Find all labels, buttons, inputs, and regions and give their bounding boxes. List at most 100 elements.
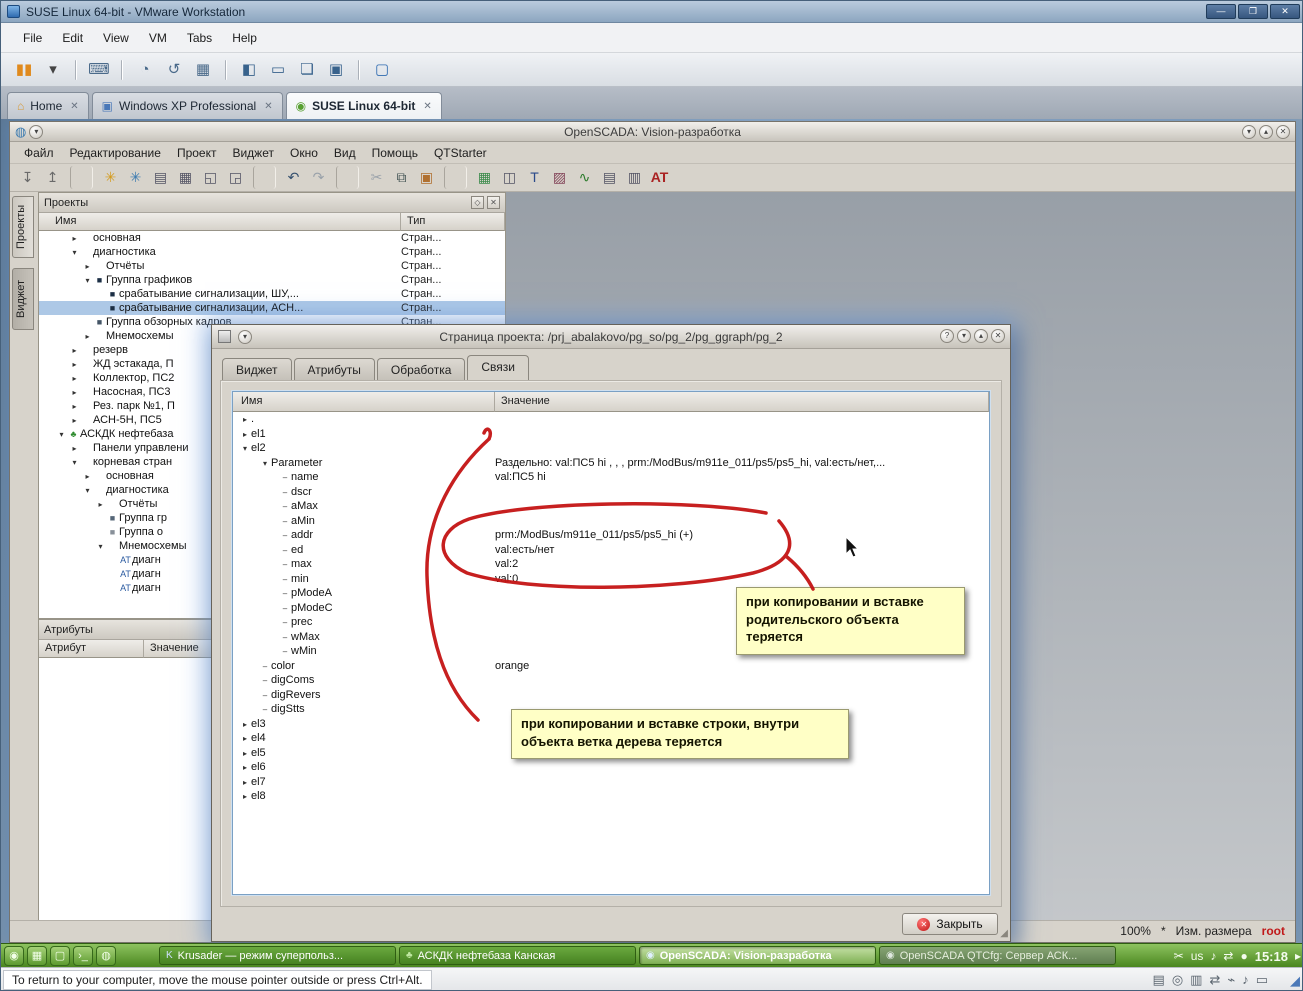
- task-button[interactable]: ◉ OpenSCADA: Vision-разработка: [639, 946, 876, 965]
- toolbar-icon[interactable]: [70, 166, 93, 189]
- toolbar-icon[interactable]: [121, 60, 123, 80]
- menu-item[interactable]: Edit: [52, 27, 93, 49]
- menu-item[interactable]: View: [93, 27, 139, 49]
- element-figure-icon[interactable]: ◫: [498, 166, 521, 189]
- column-value[interactable]: Значение: [495, 392, 989, 412]
- link-tree-row[interactable]: ▸el1: [233, 427, 989, 442]
- toolbar-icon[interactable]: [444, 166, 467, 189]
- toolbar-icon[interactable]: [336, 166, 359, 189]
- column-type[interactable]: Тип: [401, 213, 505, 231]
- new-page-icon[interactable]: ▤: [149, 166, 172, 189]
- link-tree-row[interactable]: –dscr: [233, 485, 989, 500]
- expand-arrow[interactable]: ▸: [95, 498, 106, 512]
- fit-size-icon[interactable]: ◱: [199, 166, 222, 189]
- menu-item[interactable]: Tabs: [177, 27, 222, 49]
- link-tree-row[interactable]: –min val:0: [233, 572, 989, 587]
- unity-button[interactable]: ▢: [369, 57, 395, 83]
- power-options-caret[interactable]: ▾: [40, 57, 66, 83]
- printer-status-icon[interactable]: ▭: [1256, 972, 1268, 988]
- link-tree-row[interactable]: –digRevers: [233, 688, 989, 703]
- expand-arrow[interactable]: ▸: [69, 372, 80, 386]
- db-load-icon[interactable]: ↧: [16, 166, 39, 189]
- clock[interactable]: 15:18: [1255, 949, 1288, 964]
- help-button[interactable]: ?: [940, 329, 954, 343]
- toolbar-icon[interactable]: [225, 60, 227, 80]
- expand-arrow[interactable]: ▾: [56, 428, 67, 442]
- maximize-button[interactable]: ❐: [1238, 4, 1268, 19]
- usb-status-icon[interactable]: ⌁: [1227, 972, 1235, 988]
- cut-icon[interactable]: ✂: [365, 166, 388, 189]
- expand-arrow[interactable]: ▸: [69, 400, 80, 414]
- task-button[interactable]: ♣ АСКДК нефтебаза Канская: [399, 946, 636, 965]
- menu-item[interactable]: File: [13, 27, 52, 49]
- expand-arrow[interactable]: –: [279, 631, 291, 646]
- project-tree-row[interactable]: ▾■Группа графиков Стран...: [39, 273, 505, 287]
- grid-icon[interactable]: ▦: [473, 166, 496, 189]
- task-button[interactable]: ◉ OpenSCADA QTCfg: Сервер АСК...: [879, 946, 1116, 965]
- expand-arrow[interactable]: ▸: [239, 428, 251, 443]
- suse-menu-button[interactable]: ◉: [4, 946, 24, 966]
- expand-arrow[interactable]: ▸: [69, 414, 80, 428]
- expand-arrow[interactable]: ▸: [239, 732, 251, 747]
- expand-arrow[interactable]: –: [279, 573, 291, 588]
- tab-close-icon[interactable]: ✕: [421, 101, 431, 112]
- toolbar-icon[interactable]: [358, 60, 360, 80]
- browser-launcher[interactable]: ◍: [96, 946, 116, 966]
- tab-close-icon[interactable]: ✕: [262, 101, 272, 112]
- volume-icon[interactable]: ♪: [1210, 949, 1216, 963]
- expand-arrow[interactable]: –: [259, 703, 271, 718]
- dialog-tab[interactable]: Виджет: [222, 358, 292, 380]
- expand-arrow[interactable]: –: [279, 544, 291, 559]
- expand-arrow[interactable]: –: [279, 529, 291, 544]
- tab-close-icon[interactable]: ✕: [68, 101, 78, 112]
- function-value-icon[interactable]: AT: [648, 166, 671, 189]
- link-tree-row[interactable]: –digComs: [233, 673, 989, 688]
- snapshot-manager-button[interactable]: ▦: [190, 57, 216, 83]
- close-button[interactable]: ✕: [991, 329, 1005, 343]
- media-widget-icon[interactable]: ▨: [548, 166, 571, 189]
- expand-arrow[interactable]: –: [279, 486, 291, 501]
- task-button[interactable]: K Krusader — режим суперпольз...: [159, 946, 396, 965]
- column-attribute[interactable]: Атрибут: [39, 640, 144, 658]
- close-panel-button[interactable]: ✕: [487, 196, 500, 209]
- link-tree-row[interactable]: –max val:2: [233, 557, 989, 572]
- expand-arrow[interactable]: ▾: [82, 274, 93, 288]
- show-desktop-button[interactable]: ▢: [50, 946, 70, 966]
- link-tree-row[interactable]: ▸el7: [233, 775, 989, 790]
- shade-button[interactable]: ▾: [957, 329, 971, 343]
- project-tree-row[interactable]: ▸основная Стран...: [39, 231, 505, 245]
- expand-arrow[interactable]: ▾: [95, 540, 106, 554]
- menu-item[interactable]: Файл: [16, 143, 62, 163]
- expand-arrow[interactable]: –: [279, 471, 291, 486]
- send-ctrl-alt-del-button[interactable]: ⌨: [86, 57, 112, 83]
- menu-item[interactable]: VM: [139, 27, 177, 49]
- maximize-button[interactable]: ▴: [974, 329, 988, 343]
- sound-status-icon[interactable]: ♪: [1242, 972, 1249, 988]
- expand-arrow[interactable]: ▸: [69, 358, 80, 372]
- resize-grip[interactable]: ◢: [1000, 928, 1008, 939]
- expand-arrow[interactable]: ▸: [69, 442, 80, 456]
- fullscreen-button[interactable]: ❏: [294, 57, 320, 83]
- undo-icon[interactable]: ↶: [282, 166, 305, 189]
- link-tree-row[interactable]: ▾el2: [233, 441, 989, 456]
- run-vision-icon[interactable]: ✳: [99, 166, 122, 189]
- link-tree-row[interactable]: –color orange: [233, 659, 989, 674]
- link-tree-row[interactable]: ▾Parameter Раздельно: val:ПС5 hi , , , p…: [233, 456, 989, 471]
- expand-arrow[interactable]: –: [279, 645, 291, 660]
- link-tree-row[interactable]: –ed val:есть/нет: [233, 543, 989, 558]
- cdrom-status-icon[interactable]: ◎: [1172, 972, 1183, 988]
- power-pause-button[interactable]: ▮▮: [11, 57, 37, 83]
- expand-arrow[interactable]: ▾: [82, 484, 93, 498]
- panel-expander-icon[interactable]: ▸: [1295, 949, 1301, 963]
- project-tree-row[interactable]: ■срабатывание сигнализации, ШУ,... Стран…: [39, 287, 505, 301]
- klipper-icon[interactable]: ✂: [1174, 949, 1184, 963]
- dialog-tab[interactable]: Обработка: [377, 358, 466, 380]
- console-view-button[interactable]: ▭: [265, 57, 291, 83]
- expand-arrow[interactable]: ▾: [259, 457, 271, 472]
- vm-tab[interactable]: ▣ Windows XP Professional ✕: [92, 92, 283, 119]
- vm-tab[interactable]: ⌂ Home ✕: [7, 92, 89, 119]
- network-status-icon[interactable]: ⇄: [1209, 972, 1220, 988]
- menu-item[interactable]: Окно: [282, 143, 326, 163]
- db-save-icon[interactable]: ↥: [41, 166, 64, 189]
- expand-arrow[interactable]: –: [279, 500, 291, 515]
